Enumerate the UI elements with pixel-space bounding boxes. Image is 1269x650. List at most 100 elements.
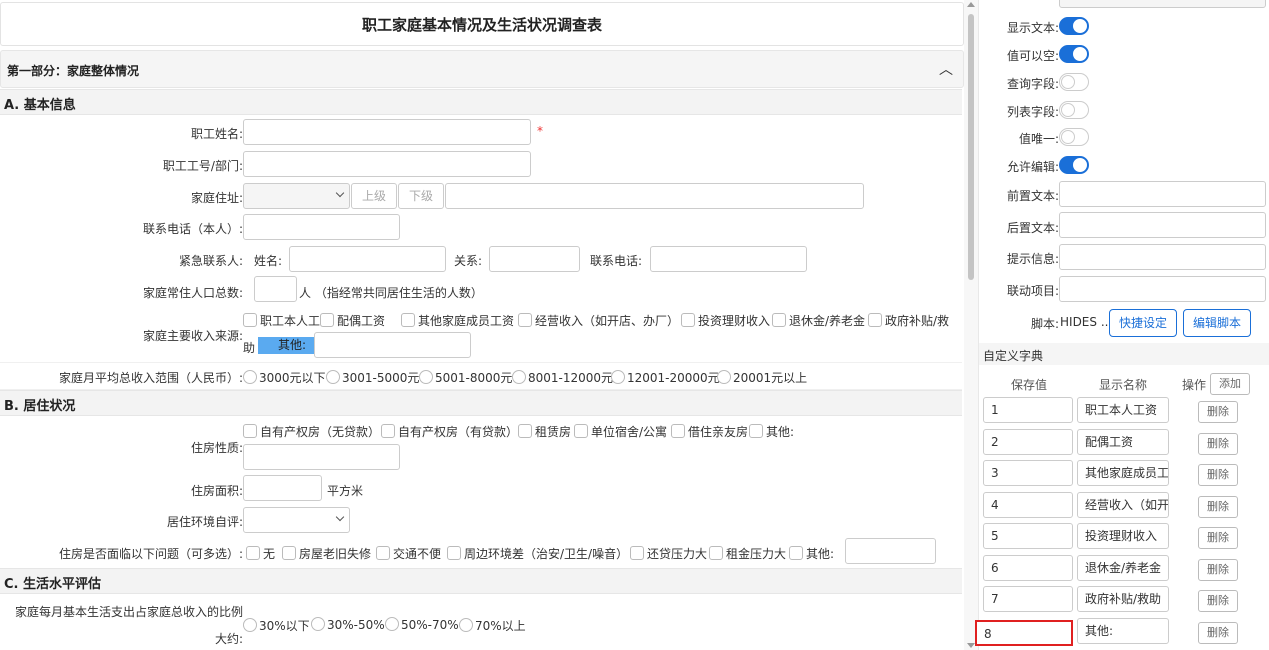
chevron-up-icon[interactable]: ︿: [939, 59, 953, 79]
dict-value-input[interactable]: 3: [983, 460, 1073, 486]
checkbox[interactable]: [320, 313, 334, 327]
address-select[interactable]: [243, 183, 350, 209]
scroll-up-icon[interactable]: [967, 2, 975, 7]
issue-option[interactable]: 租金压力大: [709, 545, 786, 562]
phone-input[interactable]: [243, 214, 400, 240]
income-other-input[interactable]: [314, 332, 471, 358]
dict-delete-button[interactable]: 删除: [1198, 401, 1238, 423]
radio[interactable]: [385, 617, 399, 631]
top-cut-input[interactable]: [1059, 0, 1266, 8]
dict-add-button[interactable]: 添加: [1210, 373, 1250, 395]
checkbox[interactable]: [868, 313, 882, 327]
expense-option[interactable]: 50%-70%: [385, 617, 459, 632]
dict-value-input[interactable]: 7: [983, 586, 1073, 612]
dict-value-input[interactable]: 1: [983, 397, 1073, 423]
housing-type-option[interactable]: 单位宿舍/公寓: [574, 423, 667, 440]
dict-value-input[interactable]: 2: [983, 429, 1073, 455]
checkbox[interactable]: [282, 546, 296, 560]
dict-delete-button[interactable]: 删除: [1198, 622, 1238, 644]
income-range-option[interactable]: 3000元以下: [243, 369, 326, 386]
issue-other-input[interactable]: [845, 538, 936, 564]
population-input[interactable]: [254, 276, 297, 302]
dict-delete-button[interactable]: 删除: [1198, 433, 1238, 455]
checkbox[interactable]: [261, 337, 275, 351]
income-source-option[interactable]: 配偶工资: [320, 312, 385, 329]
dict-name-input[interactable]: 配偶工资: [1077, 429, 1169, 455]
part1-header[interactable]: 第一部分：家庭整体情况 ︿: [0, 50, 964, 88]
unique-toggle[interactable]: [1059, 128, 1089, 146]
env-select[interactable]: [243, 507, 350, 533]
dict-delete-button[interactable]: 删除: [1198, 590, 1238, 612]
emergency-relation-input[interactable]: [489, 246, 580, 272]
emergency-name-input[interactable]: [289, 246, 446, 272]
checkbox[interactable]: [246, 546, 260, 560]
dict-delete-button[interactable]: 删除: [1198, 527, 1238, 549]
issue-option[interactable]: 无: [246, 545, 275, 562]
scrollbar-thumb[interactable]: [968, 14, 974, 280]
income-range-option[interactable]: 5001-8000元: [419, 369, 512, 386]
dict-delete-button[interactable]: 删除: [1198, 559, 1238, 581]
checkbox[interactable]: [671, 424, 685, 438]
edit-script-button[interactable]: 编辑脚本: [1183, 309, 1251, 337]
income-source-option[interactable]: 投资理财收入: [681, 312, 770, 329]
housing-type-option[interactable]: 借住亲友房: [671, 423, 748, 440]
area-input[interactable]: [243, 475, 322, 501]
id-dept-input[interactable]: [243, 151, 531, 177]
income-source-option[interactable]: 政府补贴/救: [868, 312, 949, 329]
checkbox[interactable]: [789, 546, 803, 560]
radio[interactable]: [611, 370, 625, 384]
issue-option[interactable]: 房屋老旧失修: [282, 545, 371, 562]
income-range-option[interactable]: 20001元以上: [717, 369, 807, 386]
expense-option[interactable]: 30%-50%: [311, 617, 385, 632]
address-detail-input[interactable]: [445, 183, 864, 209]
dict-delete-button[interactable]: 删除: [1198, 496, 1238, 518]
checkbox[interactable]: [749, 424, 763, 438]
query-field-toggle[interactable]: [1059, 73, 1089, 91]
checkbox[interactable]: [243, 313, 257, 327]
dict-value-input[interactable]: 5: [983, 523, 1073, 549]
income-source-option[interactable]: 退休金/养老金: [772, 312, 865, 329]
emergency-phone-input[interactable]: [650, 246, 807, 272]
checkbox[interactable]: [381, 424, 395, 438]
issue-option[interactable]: 还贷压力大: [630, 545, 707, 562]
checkbox[interactable]: [376, 546, 390, 560]
checkbox[interactable]: [447, 546, 461, 560]
editable-toggle[interactable]: [1059, 156, 1089, 174]
income-other-highlight[interactable]: 其他:: [258, 337, 314, 354]
income-source-option[interactable]: 职工本人工资: [243, 312, 332, 329]
linkage-input[interactable]: [1059, 276, 1266, 302]
checkbox[interactable]: [518, 313, 532, 327]
name-input[interactable]: [243, 119, 531, 145]
dict-name-input[interactable]: 职工本人工资: [1077, 397, 1169, 423]
form-scrollbar[interactable]: [964, 0, 978, 650]
dict-name-input[interactable]: 其他家庭成员工: [1077, 460, 1169, 486]
show-text-toggle[interactable]: [1059, 17, 1089, 35]
housing-type-option[interactable]: 其他:: [749, 423, 794, 440]
radio[interactable]: [243, 618, 257, 632]
dict-name-input[interactable]: 其他:: [1077, 618, 1169, 644]
radio[interactable]: [717, 370, 731, 384]
hint-input[interactable]: [1059, 244, 1266, 270]
housing-other-input[interactable]: [243, 444, 400, 470]
housing-type-option[interactable]: 自有产权房（有贷款）: [381, 423, 518, 440]
checkbox[interactable]: [681, 313, 695, 327]
dict-name-input[interactable]: 政府补贴/救助: [1077, 586, 1169, 612]
list-field-toggle[interactable]: [1059, 101, 1089, 119]
expense-option[interactable]: 70%以上: [459, 617, 526, 634]
dict-value-input-selected[interactable]: 8: [975, 620, 1073, 646]
address-up-button[interactable]: 上级: [351, 183, 397, 209]
checkbox[interactable]: [401, 313, 415, 327]
dict-name-input[interactable]: 经营收入（如开: [1077, 492, 1169, 518]
quick-setting-button[interactable]: 快捷设定: [1109, 309, 1177, 337]
income-range-option[interactable]: 12001-20000元: [611, 369, 720, 386]
dict-delete-button[interactable]: 删除: [1198, 464, 1238, 486]
housing-type-option[interactable]: 租赁房: [518, 423, 571, 440]
radio[interactable]: [512, 370, 526, 384]
radio[interactable]: [459, 618, 473, 632]
checkbox[interactable]: [574, 424, 588, 438]
income-source-option[interactable]: 经营收入（如开店、办厂）: [518, 312, 679, 329]
checkbox[interactable]: [518, 424, 532, 438]
suffix-input[interactable]: [1059, 212, 1266, 238]
nullable-toggle[interactable]: [1059, 45, 1089, 63]
income-source-option[interactable]: 其他家庭成员工资: [401, 312, 514, 329]
